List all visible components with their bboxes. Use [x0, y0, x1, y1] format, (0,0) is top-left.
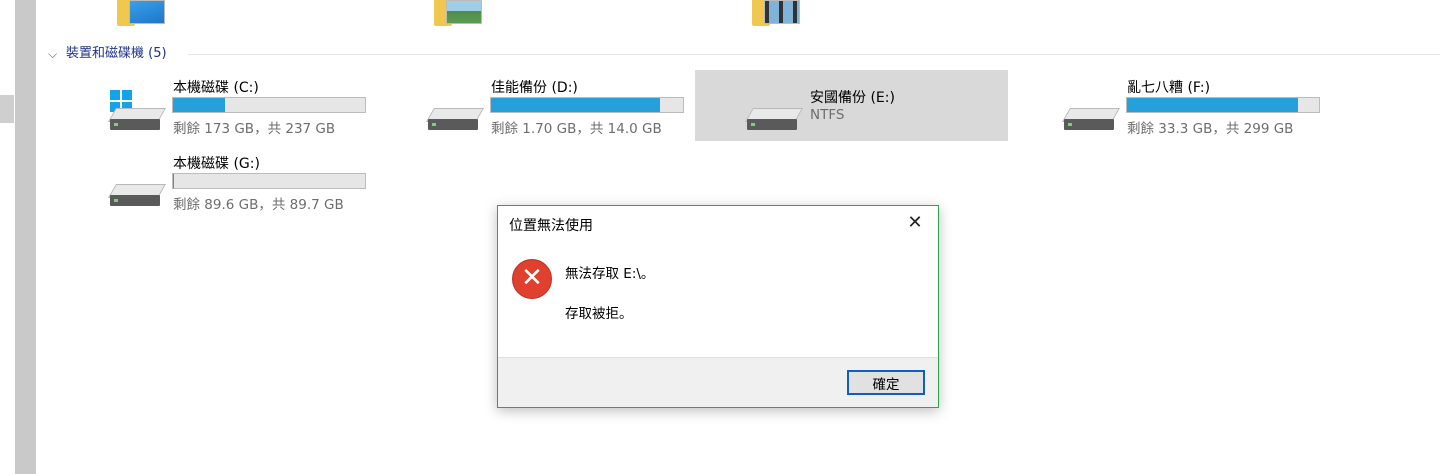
drive-tile-f[interactable]: 亂七八糟 (F:) 剩餘 33.3 GB，共 299 GB: [1054, 72, 1366, 142]
drive-usage-fill: [491, 98, 660, 112]
drive-usage-fill: [173, 98, 225, 112]
drive-usage-bar: [172, 173, 366, 189]
hard-drive-icon: [425, 108, 485, 130]
location-unavailable-dialog: 位置無法使用 ✕ ✕ 無法存取 E:\。 存取被拒。 確定: [497, 205, 939, 408]
drive-usage-bar: [172, 97, 366, 113]
navigation-pane-edge: [0, 0, 36, 474]
hard-drive-icon: [744, 108, 804, 130]
drive-name: 亂七八糟 (F:): [1127, 80, 1211, 96]
navigation-pane-scrollbar[interactable]: [15, 0, 36, 474]
drive-tile-e[interactable]: 安國備份 (E:) NTFS: [695, 70, 1008, 141]
group-divider: [188, 54, 1440, 55]
dialog-title: 位置無法使用: [509, 218, 593, 234]
dialog-message: 無法存取 E:\。: [565, 266, 655, 282]
error-icon: ✕: [512, 259, 552, 299]
devices-group-header[interactable]: ⌵ 裝置和磁碟機 (5): [48, 45, 1440, 63]
hard-drive-icon: [107, 184, 167, 206]
drive-tile-c[interactable]: 本機磁碟 (C:) 剩餘 173 GB，共 237 GB: [100, 72, 412, 142]
chevron-down-icon[interactable]: ⌵: [48, 45, 57, 63]
drive-free-space: 剩餘 1.70 GB，共 14.0 GB: [491, 121, 662, 137]
drive-tile-g[interactable]: 本機磁碟 (G:) 剩餘 89.6 GB，共 89.7 GB: [100, 148, 412, 218]
drive-filesystem: NTFS: [810, 107, 845, 123]
dialog-footer: 確定: [498, 357, 938, 407]
desktop-folder-icon: [129, 0, 165, 24]
folder-icon[interactable]: [434, 0, 482, 26]
pictures-folder-icon: [446, 0, 482, 24]
drive-free-space: 剩餘 173 GB，共 237 GB: [173, 121, 336, 137]
group-label: 裝置和磁碟機 (5): [66, 46, 167, 61]
videos-folder-icon: [764, 0, 800, 24]
drive-name: 本機磁碟 (C:): [173, 80, 259, 96]
ok-button[interactable]: 確定: [847, 370, 925, 395]
close-icon[interactable]: ✕: [902, 210, 928, 236]
drive-name: 佳能備份 (D:): [491, 80, 578, 96]
drive-free-space: 剩餘 89.6 GB，共 89.7 GB: [173, 197, 344, 213]
drive-tile-d[interactable]: 佳能備份 (D:) 剩餘 1.70 GB，共 14.0 GB: [418, 72, 730, 142]
drive-free-space: 剩餘 33.3 GB，共 299 GB: [1127, 121, 1294, 137]
drive-usage-fill: [1127, 98, 1298, 112]
drive-name: 本機磁碟 (G:): [173, 156, 260, 172]
pane-splitter-handle[interactable]: [0, 95, 14, 123]
hard-drive-icon: [1061, 108, 1121, 130]
dialog-detail: 存取被拒。: [565, 306, 633, 322]
drive-usage-bar: [490, 97, 684, 113]
drive-usage-bar: [1126, 97, 1320, 113]
drive-name: 安國備份 (E:): [810, 90, 895, 106]
hard-drive-icon: [107, 108, 167, 130]
folder-icon[interactable]: [117, 0, 165, 26]
folder-icon[interactable]: [752, 0, 800, 26]
